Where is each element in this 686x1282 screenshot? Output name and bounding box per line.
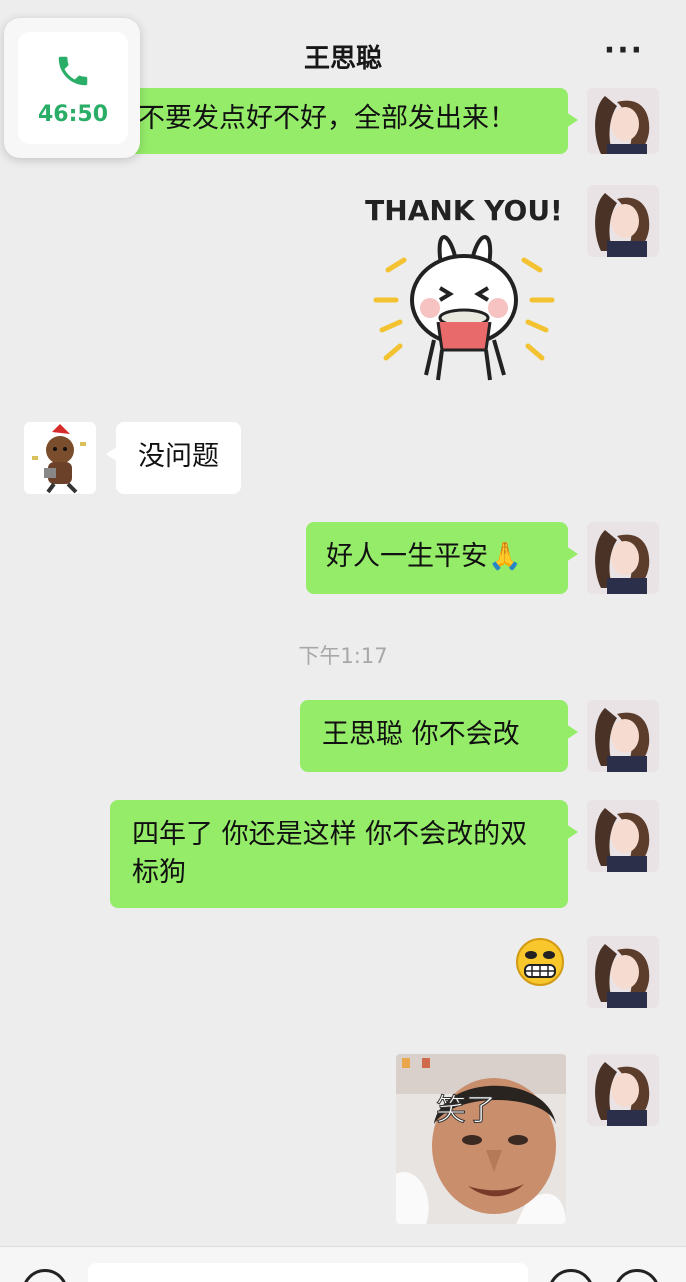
message-text: 没问题 <box>138 441 219 472</box>
emoji-picker-icon[interactable] <box>548 1269 594 1282</box>
call-panel[interactable]: 46:50 <box>18 32 128 144</box>
avatar-self[interactable] <box>587 88 659 154</box>
message-input[interactable] <box>88 1263 528 1282</box>
avatar-self[interactable] <box>587 185 659 257</box>
message-bubble-self[interactable]: 王思聪 你不会改 <box>300 700 578 772</box>
add-attachment-icon[interactable] <box>614 1269 660 1282</box>
emoji-message[interactable] <box>514 936 566 988</box>
message-text: 四年了 你还是这样 你不会改的双标狗 <box>132 819 528 888</box>
message-bubble-self[interactable]: 四年了 你还是这样 你不会改的双标狗 <box>110 800 578 908</box>
chat-input-bar <box>0 1246 686 1282</box>
bunny-sticker-image: THANK YOU! <box>365 194 563 381</box>
call-floating-window[interactable]: 46:50 <box>4 18 140 158</box>
message-timestamp: 下午1:17 <box>298 644 388 668</box>
sticker-laughing-face[interactable]: 笑了 <box>396 1054 566 1224</box>
message-text: 不要发点好不好，全部发出来！ <box>138 103 516 134</box>
more-options-icon[interactable]: ··· <box>604 36 644 66</box>
phone-icon <box>58 56 88 86</box>
avatar-self[interactable] <box>587 700 659 772</box>
voice-input-icon[interactable] <box>22 1269 68 1282</box>
avatar-self[interactable] <box>587 936 659 1008</box>
message-bubble-self[interactable]: 好人一生平安🙏 <box>306 522 578 594</box>
laughing-man-sticker-image: 笑了 <box>396 1054 566 1224</box>
avatar-self[interactable] <box>587 800 659 872</box>
call-duration: 46:50 <box>37 102 109 127</box>
avatar-self[interactable] <box>587 1054 659 1126</box>
message-text: 好人一生平安🙏 <box>326 541 522 572</box>
avatar-self[interactable] <box>587 522 659 594</box>
sticker-caption: THANK YOU! <box>365 194 563 227</box>
sticker-caption: 笑了 <box>436 1093 496 1128</box>
avatar-contact[interactable] <box>24 422 96 494</box>
grimace-emoji-icon <box>516 938 564 986</box>
message-text: 王思聪 你不会改 <box>322 719 520 750</box>
message-bubble-self[interactable]: 不要发点好不好，全部发出来！ <box>118 88 578 154</box>
message-bubble-contact[interactable]: 没问题 <box>106 422 241 494</box>
sticker-thank-you[interactable]: THANK YOU! <box>364 190 564 390</box>
